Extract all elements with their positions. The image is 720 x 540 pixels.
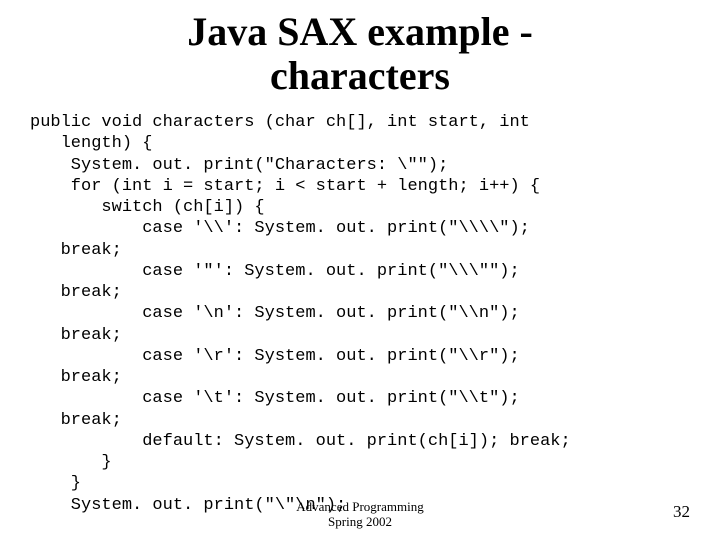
code-line: case '\t': System. out. print("\\t"); <box>30 389 520 408</box>
code-line: default: System. out. print(ch[i]); brea… <box>30 432 571 451</box>
code-line: public void characters (char ch[], int s… <box>30 113 530 132</box>
code-line: case '\r': System. out. print("\\r"); <box>30 347 520 366</box>
slide-title: Java SAX example - characters <box>30 10 690 98</box>
code-line: case '\n': System. out. print("\\n"); <box>30 304 520 323</box>
code-line: case '"': System. out. print("\\\""); <box>30 262 520 281</box>
code-line: break; <box>30 411 122 430</box>
code-line: } <box>30 474 81 493</box>
footer-line-1: Advanced Programming <box>296 499 423 514</box>
footer: Advanced Programming Spring 2002 <box>0 499 720 530</box>
code-line: break; <box>30 368 122 387</box>
code-line: length) { <box>30 134 152 153</box>
page-number: 32 <box>673 502 690 522</box>
footer-line-2: Spring 2002 <box>328 514 392 529</box>
slide: Java SAX example - characters public voi… <box>0 0 720 540</box>
code-line: for (int i = start; i < start + length; … <box>30 177 540 196</box>
code-block: public void characters (char ch[], int s… <box>30 112 690 516</box>
code-line: case '\\': System. out. print("\\\\"); <box>30 219 530 238</box>
code-line: switch (ch[i]) { <box>30 198 265 217</box>
code-line: } <box>30 453 112 472</box>
title-line-1: Java SAX example - <box>187 9 533 54</box>
code-line: System. out. print("Characters: \""); <box>30 156 448 175</box>
code-line: break; <box>30 241 122 260</box>
title-line-2: characters <box>270 53 450 98</box>
code-line: break; <box>30 326 122 345</box>
code-line: break; <box>30 283 122 302</box>
